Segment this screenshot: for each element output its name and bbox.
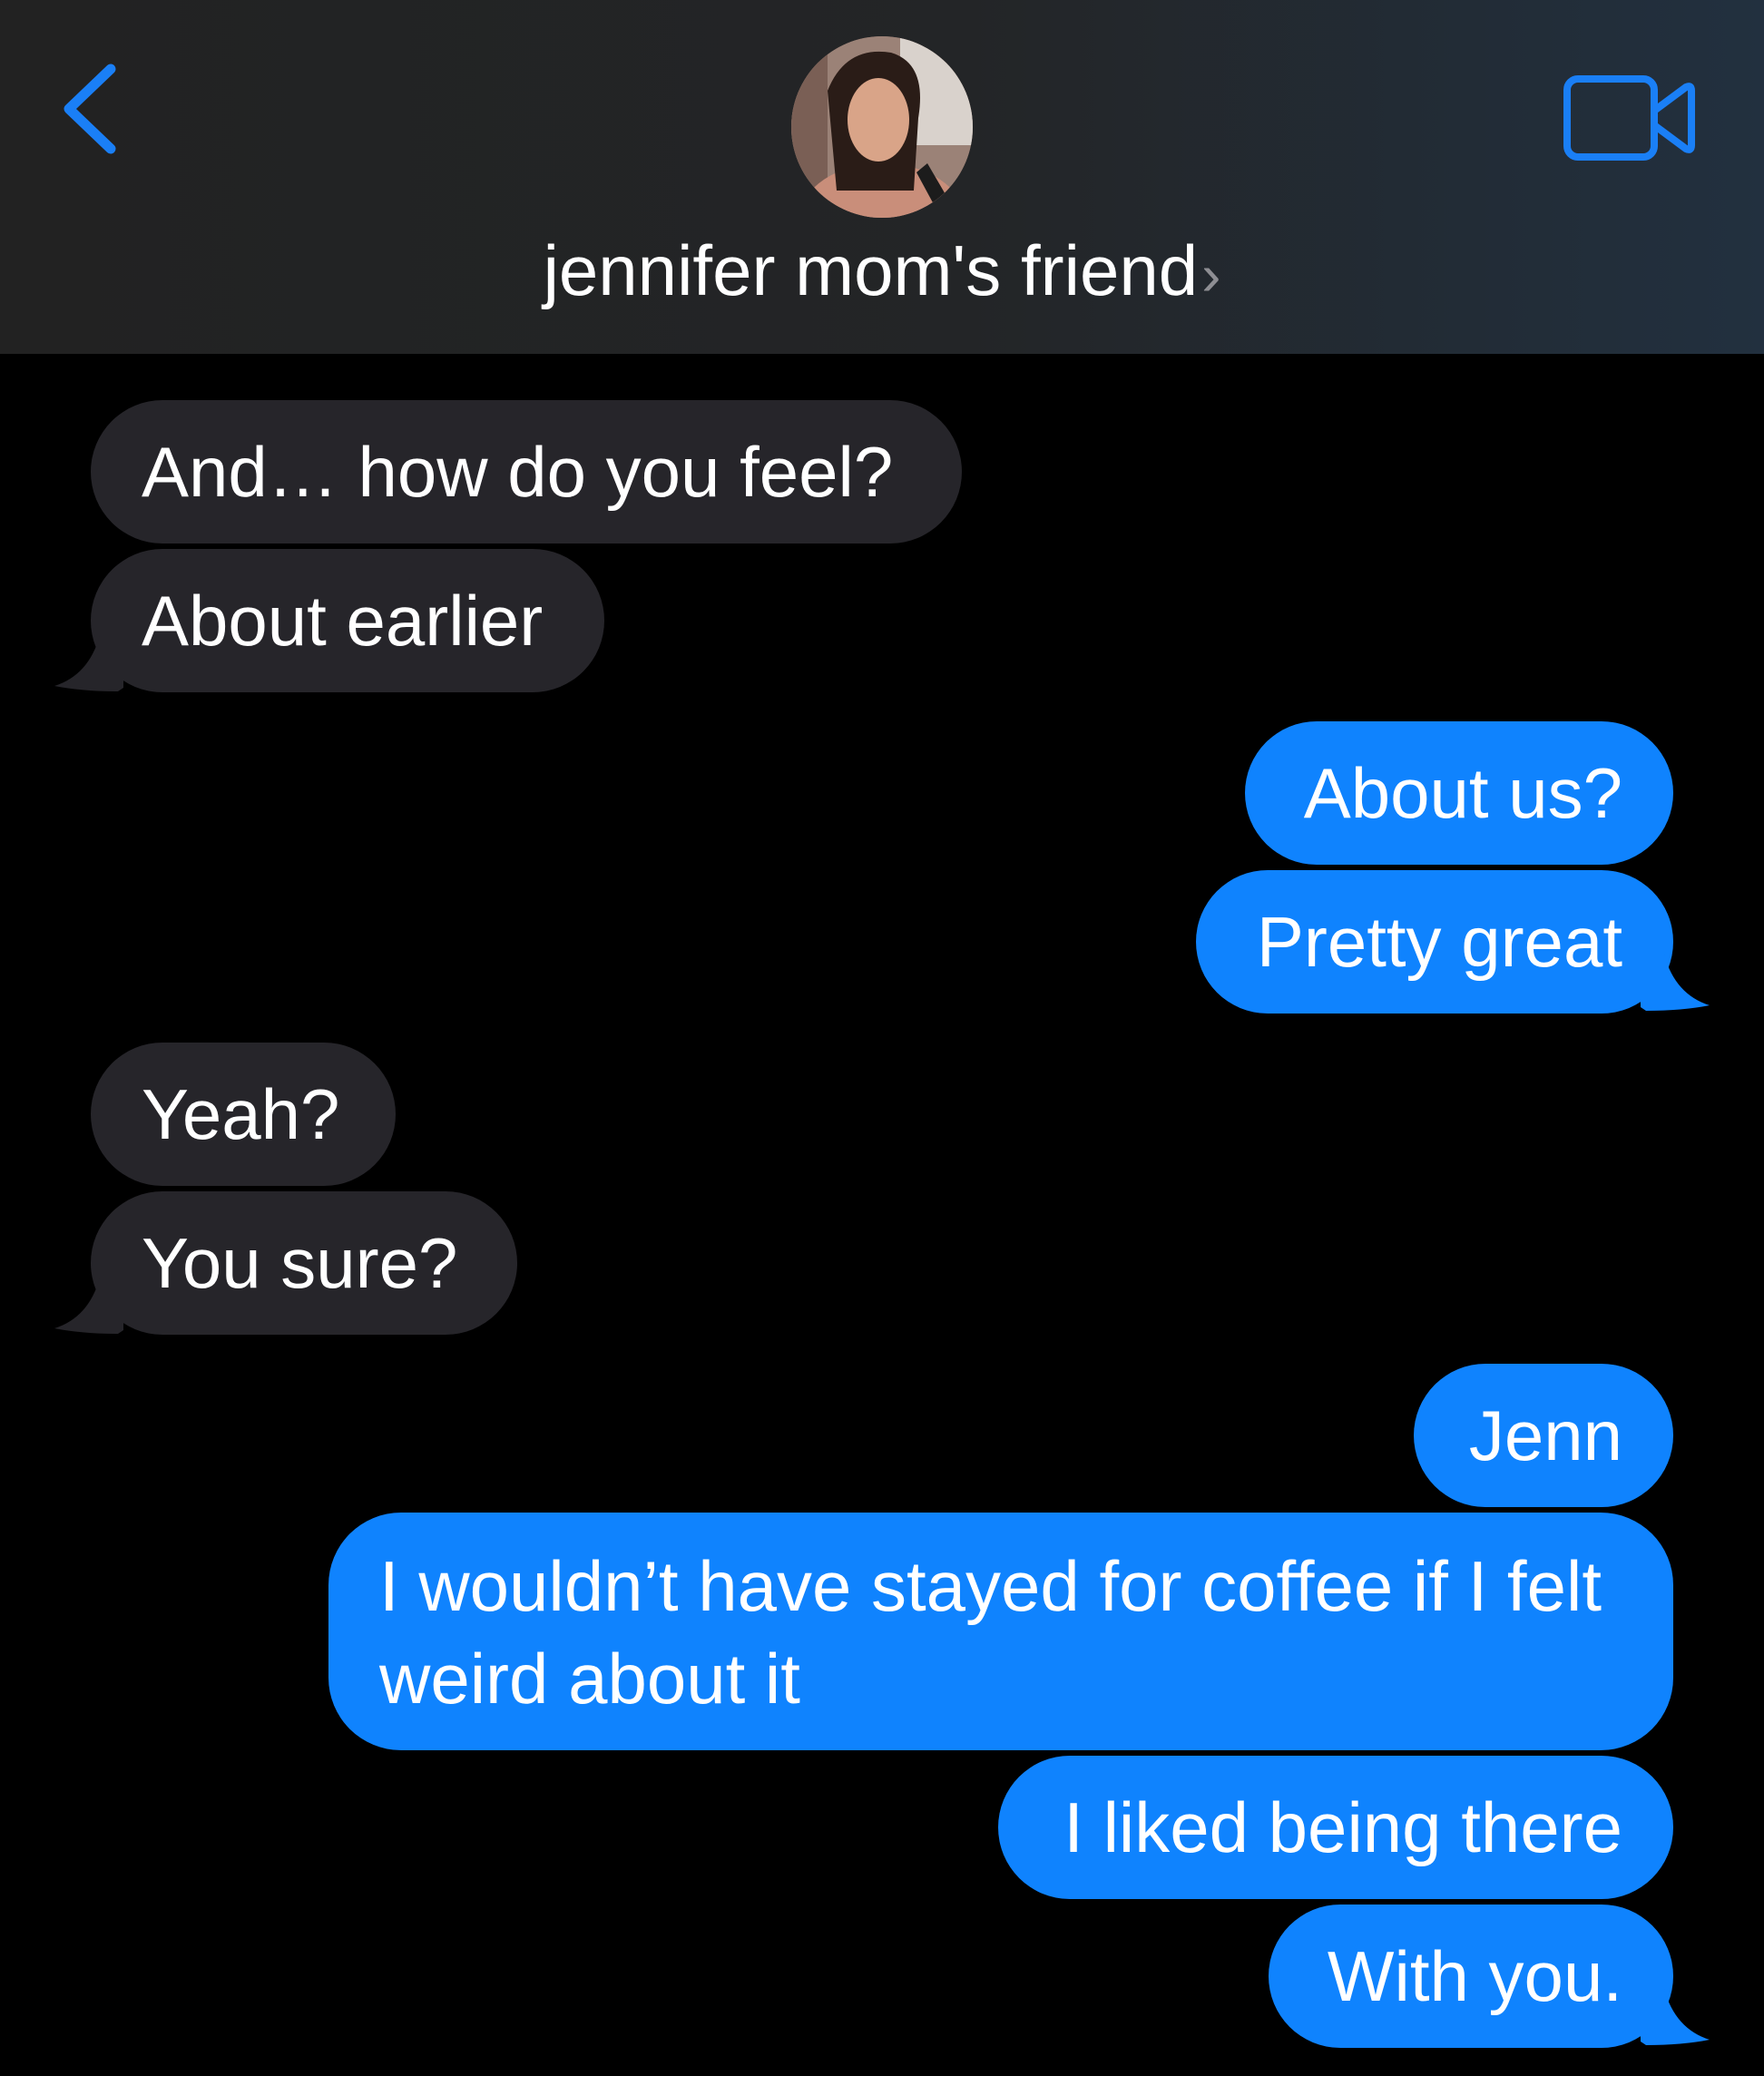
message-bubble-outgoing[interactable]: With you. (1269, 1905, 1673, 2048)
contact-name[interactable]: jennifer mom's friend› (0, 225, 1764, 320)
message-bubble-incoming[interactable]: And… how do you feel? (91, 400, 962, 543)
chevron-right-icon: › (1201, 242, 1221, 308)
outgoing-bubble-tail (1641, 1989, 1710, 2045)
message-bubble-incoming[interactable]: About earlier (91, 549, 604, 692)
conversation-header: jennifer mom's friend› (0, 0, 1764, 354)
chevron-left-icon (64, 64, 116, 154)
back-button[interactable] (56, 58, 132, 160)
incoming-bubble-tail (54, 635, 123, 691)
contact-avatar[interactable] (791, 36, 973, 218)
message-bubble-outgoing[interactable]: About us? (1245, 721, 1673, 865)
message-bubble-outgoing[interactable]: Jenn (1414, 1364, 1673, 1507)
message-bubble-incoming[interactable]: You sure? (91, 1191, 517, 1335)
message-bubble-incoming[interactable]: Yeah? (91, 1043, 396, 1186)
incoming-bubble-tail (54, 1278, 123, 1334)
video-camera-icon (1563, 75, 1695, 161)
message-bubble-outgoing[interactable]: I wouldn’t have stayed for coffee if I f… (328, 1513, 1673, 1750)
contact-name-label: jennifer mom's friend (543, 230, 1199, 310)
message-bubble-outgoing[interactable]: Pretty great (1196, 870, 1673, 1014)
avatar-photo (791, 36, 973, 218)
message-bubble-outgoing[interactable]: I liked being there (998, 1756, 1673, 1899)
facetime-video-button[interactable] (1563, 74, 1697, 162)
outgoing-bubble-tail (1641, 955, 1710, 1011)
